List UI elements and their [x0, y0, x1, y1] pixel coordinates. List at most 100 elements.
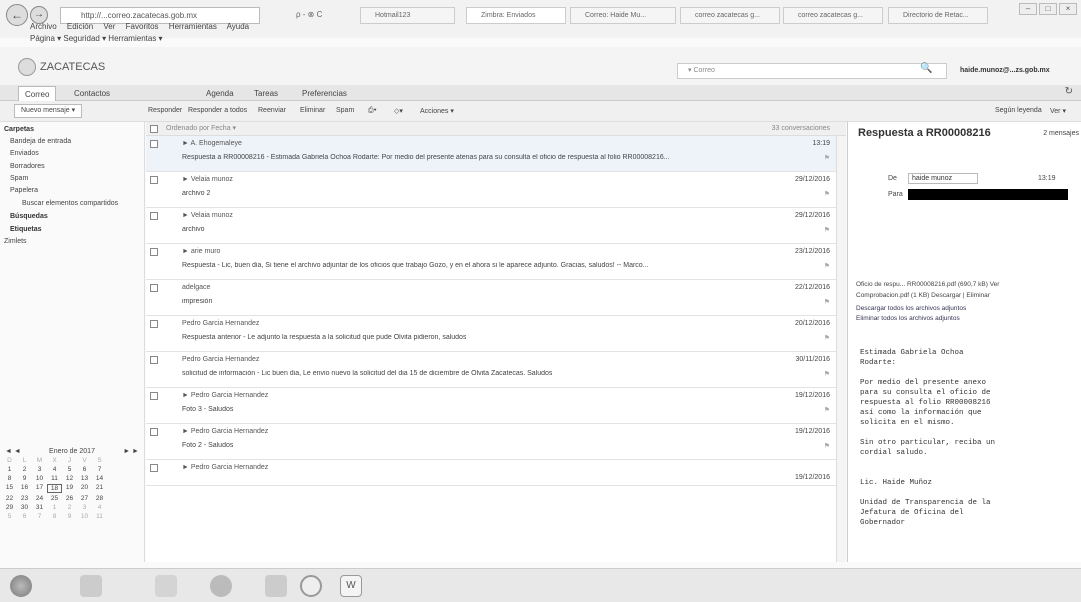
from-value[interactable]: haide munoz [908, 173, 978, 184]
download-all-link[interactable]: Descargar todos los archivos adjuntos [856, 305, 966, 312]
start-icon[interactable] [10, 575, 32, 597]
menu-ver[interactable]: Ver [103, 22, 115, 31]
view-button[interactable]: Ver ▾ [1050, 107, 1066, 115]
select-all-checkbox[interactable] [150, 125, 158, 133]
message-checkbox[interactable] [150, 212, 158, 220]
calendar-week[interactable]: 8 9 10 11 12 13 14 [2, 475, 142, 482]
delete-all-link[interactable]: Eliminar todos los archivos adjuntos [856, 315, 960, 322]
spam-button[interactable]: Spam [336, 107, 354, 114]
searches-header[interactable]: Búsquedas [10, 213, 48, 220]
list-item[interactable]: adelgace impresión 22/12/2016 ⚑ [146, 280, 836, 316]
new-message-button[interactable]: Nuevo mensaje ▾ [14, 104, 83, 118]
flag-icon[interactable]: ⚑ [824, 442, 830, 450]
zimlets-header[interactable]: Zimlets [4, 238, 27, 245]
message-checkbox[interactable] [150, 248, 158, 256]
message-checkbox[interactable] [150, 464, 158, 472]
tab-preferencias[interactable]: Preferencias [296, 86, 353, 101]
tab-contactos[interactable]: Contactos [68, 86, 116, 101]
list-item[interactable]: ► Velaia munoz archivo 2 29/12/2016 ⚑ [146, 172, 836, 208]
message-checkbox[interactable] [150, 356, 158, 364]
tab-correo[interactable]: Correo [18, 86, 57, 101]
list-item[interactable]: ► arie muro Respuesta - Lic, buen dia, S… [146, 244, 836, 280]
flag-icon[interactable]: ⚑ [824, 190, 830, 198]
tab-agenda[interactable]: Agenda [200, 86, 240, 101]
user-account[interactable]: haide.munoz@...zs.gob.mx [960, 67, 1050, 74]
browser-tab-1[interactable]: Hotmail123 [360, 7, 455, 24]
flag-icon[interactable]: ⚑ [824, 226, 830, 234]
list-item[interactable]: ► A. Ehogemaleye Respuesta a RR00008216 … [146, 136, 836, 172]
reading-pane-label[interactable]: Según leyenda [995, 107, 1042, 114]
prev-month-icon[interactable]: ◄ ◄ [5, 448, 21, 455]
folder-drafts[interactable]: Borradores [10, 163, 45, 170]
attachment-oficio[interactable]: Oficio de respu... RR00008216.pdf (690,7… [856, 281, 999, 288]
folder-spam[interactable]: Spam [10, 175, 28, 182]
refresh-icon[interactable]: ↻ [1065, 86, 1073, 97]
close-icon[interactable]: × [1059, 3, 1077, 15]
calendar-week[interactable]: 5 6 7 8 9 10 11 [2, 513, 142, 520]
folders-header[interactable]: Carpetas [4, 126, 34, 133]
attachment-comprobacion[interactable]: Comprobacion.pdf (1 KB) Descargar | Elim… [856, 292, 990, 299]
flag-icon[interactable]: ⚑ [824, 262, 830, 270]
folder-inbox[interactable]: Bandeja de entrada [10, 138, 71, 145]
folder-trash[interactable]: Papelera [10, 187, 38, 194]
menu-favoritos[interactable]: Favoritos [126, 22, 159, 31]
command-bar[interactable]: Página ▾ Seguridad ▾ Herramientas ▾ [30, 34, 163, 43]
actions-button[interactable]: Acciones ▾ [420, 107, 454, 115]
browser-tab-6[interactable]: Directorio de Retac... [888, 7, 988, 24]
taskbar-app-icon[interactable] [210, 575, 232, 597]
calendar-week[interactable]: 22 23 24 25 26 27 28 [2, 495, 142, 502]
list-item[interactable]: ► Pedro Garcia Hernandez Foto 3 - Saludo… [146, 388, 836, 424]
menu-edicion[interactable]: Edición [67, 22, 93, 31]
list-item[interactable]: ► Velaia munoz archivo 29/12/2016 ⚑ [146, 208, 836, 244]
list-scrollbar[interactable] [836, 136, 846, 562]
tags-header[interactable]: Etiquetas [10, 226, 42, 233]
find-shares-link[interactable]: Buscar elementos compartidos [22, 200, 118, 207]
maximize-icon[interactable]: □ [1039, 3, 1057, 15]
search-input[interactable]: ▾ Correo [677, 63, 947, 79]
back-icon[interactable]: ← [6, 4, 28, 26]
message-checkbox[interactable] [150, 176, 158, 184]
reply-button[interactable]: Responder [148, 107, 182, 114]
browser-tab-5[interactable]: correo zacatecas g... [783, 7, 883, 24]
message-checkbox[interactable] [150, 284, 158, 292]
minimize-icon[interactable]: – [1019, 3, 1037, 15]
folder-sent[interactable]: Enviados [10, 150, 39, 157]
taskbar-app-icon[interactable] [155, 575, 177, 597]
sort-label[interactable]: Ordenado por Fecha ▾ [166, 122, 236, 136]
list-item[interactable]: ► Pedro Garcia Hernandez 19/12/2016 [146, 460, 836, 486]
flag-icon[interactable]: ⚑ [824, 154, 830, 162]
browser-tab-3[interactable]: Correo: Haide Mu... [570, 7, 676, 24]
flag-icon[interactable]: ⚑ [824, 406, 830, 414]
search-icon[interactable]: 🔍 [920, 63, 932, 74]
menu-ayuda[interactable]: Ayuda [227, 22, 250, 31]
flag-icon[interactable]: ⚑ [824, 334, 830, 342]
next-month-icon[interactable]: ► ► [123, 448, 139, 455]
reply-all-button[interactable]: Responder a todos [188, 107, 247, 114]
message-checkbox[interactable] [150, 428, 158, 436]
tag-icon[interactable]: ◇▾ [394, 107, 403, 115]
forward-button[interactable]: Reenviar [258, 107, 286, 114]
word-taskbar-icon[interactable]: W [340, 575, 362, 597]
browser-tab-2[interactable]: Zimbra: Enviados [466, 7, 566, 24]
address-tools[interactable]: ρ - ⊗ C [296, 10, 322, 19]
message-checkbox[interactable] [150, 140, 158, 148]
message-checkbox[interactable] [150, 392, 158, 400]
flag-icon[interactable]: ⚑ [824, 370, 830, 378]
calendar-week[interactable]: 1234567 [2, 466, 142, 473]
taskbar-app-icon[interactable] [265, 575, 287, 597]
list-item[interactable]: ► Pedro Garcia Hernandez Foto 2 - Saludo… [146, 424, 836, 460]
browser-taskbar-icon[interactable] [300, 575, 322, 597]
menu-herramientas[interactable]: Herramientas [169, 22, 217, 31]
delete-button[interactable]: Eliminar [300, 107, 325, 114]
menu-archivo[interactable]: Archivo [30, 22, 57, 31]
calendar-week[interactable]: 15 16 17 18 19 20 21 [2, 484, 142, 493]
tab-tareas[interactable]: Tareas [248, 86, 284, 101]
taskbar-app-icon[interactable] [80, 575, 102, 597]
browser-tab-4[interactable]: correo zacatecas g... [680, 7, 780, 24]
list-item[interactable]: Pedro Garcia Hernandez solicitud de info… [146, 352, 836, 388]
print-icon[interactable]: ⎙▾ [368, 107, 377, 115]
list-item[interactable]: Pedro Garcia Hernandez Respuesta anterio… [146, 316, 836, 352]
calendar-week[interactable]: 29 30 31 1 2 3 4 [2, 504, 142, 511]
flag-icon[interactable]: ⚑ [824, 298, 830, 306]
message-checkbox[interactable] [150, 320, 158, 328]
